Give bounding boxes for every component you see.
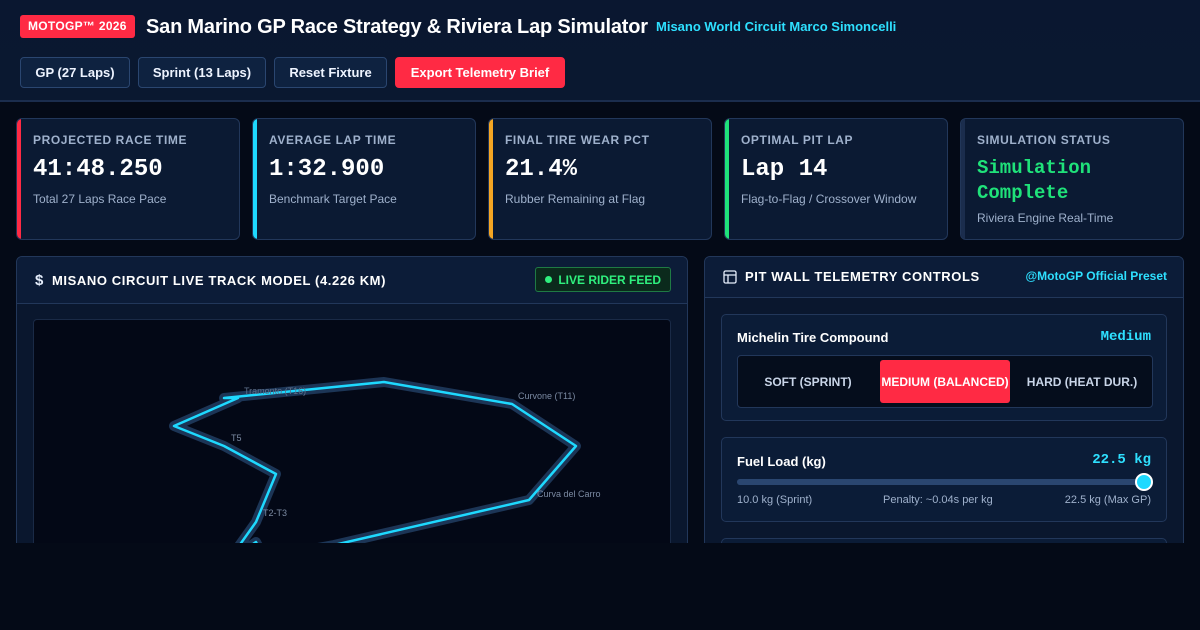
track-panel-title: $ MISANO CIRCUIT LIVE TRACK MODEL (4.226… bbox=[35, 272, 386, 289]
stat-label: PROJECTED RACE TIME bbox=[33, 133, 188, 147]
fuel-load-slider-track[interactable] bbox=[737, 473, 1153, 491]
corner-label-t2t3: T2-T3 bbox=[263, 508, 287, 518]
stat-value: Lap 14 bbox=[741, 156, 828, 183]
track-panel-title-text: MISANO CIRCUIT LIVE TRACK MODEL (4.226 K… bbox=[51, 273, 387, 288]
corner-label-curvone: Curvone (T11) bbox=[518, 391, 575, 401]
stat-value: 41:48.250 bbox=[33, 156, 163, 183]
fuel-min-label: 10.0 kg (Sprint) bbox=[737, 494, 813, 506]
page-title: San Marino GP Race Strategy & Riviera La… bbox=[146, 16, 648, 38]
tire-option-medium[interactable]: MEDIUM (BALANCED) bbox=[880, 360, 1010, 403]
corner-label-tramonto: Tramonto (T16) bbox=[244, 386, 306, 396]
venue-subtitle: Misano World Circuit Marco Simoncelli bbox=[656, 19, 897, 34]
stat-label: SIMULATION STATUS bbox=[977, 133, 1111, 147]
card-accent bbox=[961, 119, 965, 239]
tire-compound-value: Medium bbox=[1100, 329, 1151, 345]
controls-panel-title: PIT WALL TELEMETRY CONTROLS bbox=[723, 269, 980, 284]
card-accent bbox=[253, 119, 257, 239]
fuel-load-control: Fuel Load (kg) 22.5 kg 10.0 kg (Sprint) … bbox=[721, 437, 1167, 522]
stat-sub: Rubber Remaining at Flag bbox=[505, 192, 646, 206]
stat-card-sim-status: SIMULATION STATUS Simulation Complete Ri… bbox=[960, 118, 1184, 240]
track-map[interactable]: Tramonto (T16) Curvone (T11) T5 Curva de… bbox=[33, 319, 671, 543]
tire-option-soft[interactable]: SOFT (SPRINT) bbox=[742, 360, 874, 403]
brand-badge: MOTOGP™ 2026 bbox=[20, 15, 135, 38]
stat-sub: Benchmark Target Pace bbox=[269, 192, 397, 206]
stat-sub: Total 27 Laps Race Pace bbox=[33, 192, 167, 206]
sprint-mode-button[interactable]: Sprint (13 Laps) bbox=[138, 57, 266, 88]
live-badge-label: LIVE RIDER FEED bbox=[558, 272, 661, 287]
track-panel: $ MISANO CIRCUIT LIVE TRACK MODEL (4.226… bbox=[16, 256, 688, 543]
fuel-load-slider-thumb[interactable] bbox=[1135, 473, 1153, 491]
stat-card-lap-time: AVERAGE LAP TIME 1:32.900 Benchmark Targ… bbox=[252, 118, 476, 240]
next-control-card bbox=[721, 538, 1167, 543]
fuel-penalty-label: Penalty: ~0.04s per kg bbox=[883, 494, 993, 506]
corner-label-t5: T5 bbox=[231, 433, 242, 443]
controls-panel-header: PIT WALL TELEMETRY CONTROLS @MotoGP Offi… bbox=[705, 257, 1183, 298]
stat-value: 21.4% bbox=[505, 156, 578, 183]
stat-label: FINAL TIRE WEAR PCT bbox=[505, 133, 650, 147]
dollar-icon: $ bbox=[35, 272, 44, 289]
fuel-load-value: 22.5 kg bbox=[1092, 452, 1151, 468]
viewport: MOTOGP™ 2026 San Marino GP Race Strategy… bbox=[0, 0, 1200, 543]
layout-icon bbox=[723, 269, 737, 284]
stat-card-pit-lap: OPTIMAL PIT LAP Lap 14 Flag-to-Flag / Cr… bbox=[724, 118, 948, 240]
track-racing-line bbox=[172, 380, 578, 543]
track-svg: Tramonto (T16) Curvone (T11) T5 Curva de… bbox=[169, 377, 601, 543]
stat-card-race-time: PROJECTED RACE TIME 41:48.250 Total 27 L… bbox=[16, 118, 240, 240]
controls-panel-title-text: PIT WALL TELEMETRY CONTROLS bbox=[745, 269, 980, 284]
fuel-max-label: 22.5 kg (Max GP) bbox=[1064, 494, 1151, 506]
controls-panel: PIT WALL TELEMETRY CONTROLS @MotoGP Offi… bbox=[704, 256, 1184, 543]
app-header: MOTOGP™ 2026 San Marino GP Race Strategy… bbox=[0, 0, 1200, 102]
fuel-load-label: Fuel Load (kg) bbox=[737, 454, 826, 469]
reset-fixture-button[interactable]: Reset Fixture bbox=[274, 57, 387, 88]
corner-label-carro: Curva del Carro bbox=[537, 489, 601, 499]
official-preset-link[interactable]: @MotoGP Official Preset bbox=[1025, 269, 1167, 283]
stat-value: 1:32.900 bbox=[269, 156, 385, 183]
track-panel-header: $ MISANO CIRCUIT LIVE TRACK MODEL (4.226… bbox=[17, 257, 687, 304]
stat-value: Simulation Complete bbox=[977, 157, 1092, 204]
stat-card-tire-wear: FINAL TIRE WEAR PCT 21.4% Rubber Remaini… bbox=[488, 118, 712, 240]
tire-option-hard[interactable]: HARD (HEAT DUR.) bbox=[1016, 360, 1148, 403]
stat-label: OPTIMAL PIT LAP bbox=[741, 133, 854, 147]
export-telemetry-button[interactable]: Export Telemetry Brief bbox=[395, 57, 565, 88]
stat-label: AVERAGE LAP TIME bbox=[269, 133, 397, 147]
live-dot-icon bbox=[545, 276, 553, 283]
tire-compound-label: Michelin Tire Compound bbox=[737, 330, 889, 345]
card-accent bbox=[489, 119, 493, 239]
stat-sub: Riviera Engine Real-Time bbox=[977, 211, 1114, 225]
stat-sub: Flag-to-Flag / Crossover Window bbox=[741, 192, 917, 206]
tire-compound-control: Michelin Tire Compound Medium SOFT (SPRI… bbox=[721, 314, 1167, 421]
card-accent bbox=[17, 119, 21, 239]
app-root: MOTOGP™ 2026 San Marino GP Race Strategy… bbox=[0, 0, 1200, 630]
live-rider-feed-badge[interactable]: LIVE RIDER FEED bbox=[535, 267, 671, 292]
card-accent bbox=[725, 119, 729, 239]
tire-compound-selector: SOFT (SPRINT) MEDIUM (BALANCED) HARD (HE… bbox=[737, 355, 1153, 408]
fuel-load-slider-fill bbox=[737, 479, 1144, 485]
gp-mode-button[interactable]: GP (27 Laps) bbox=[20, 57, 130, 88]
